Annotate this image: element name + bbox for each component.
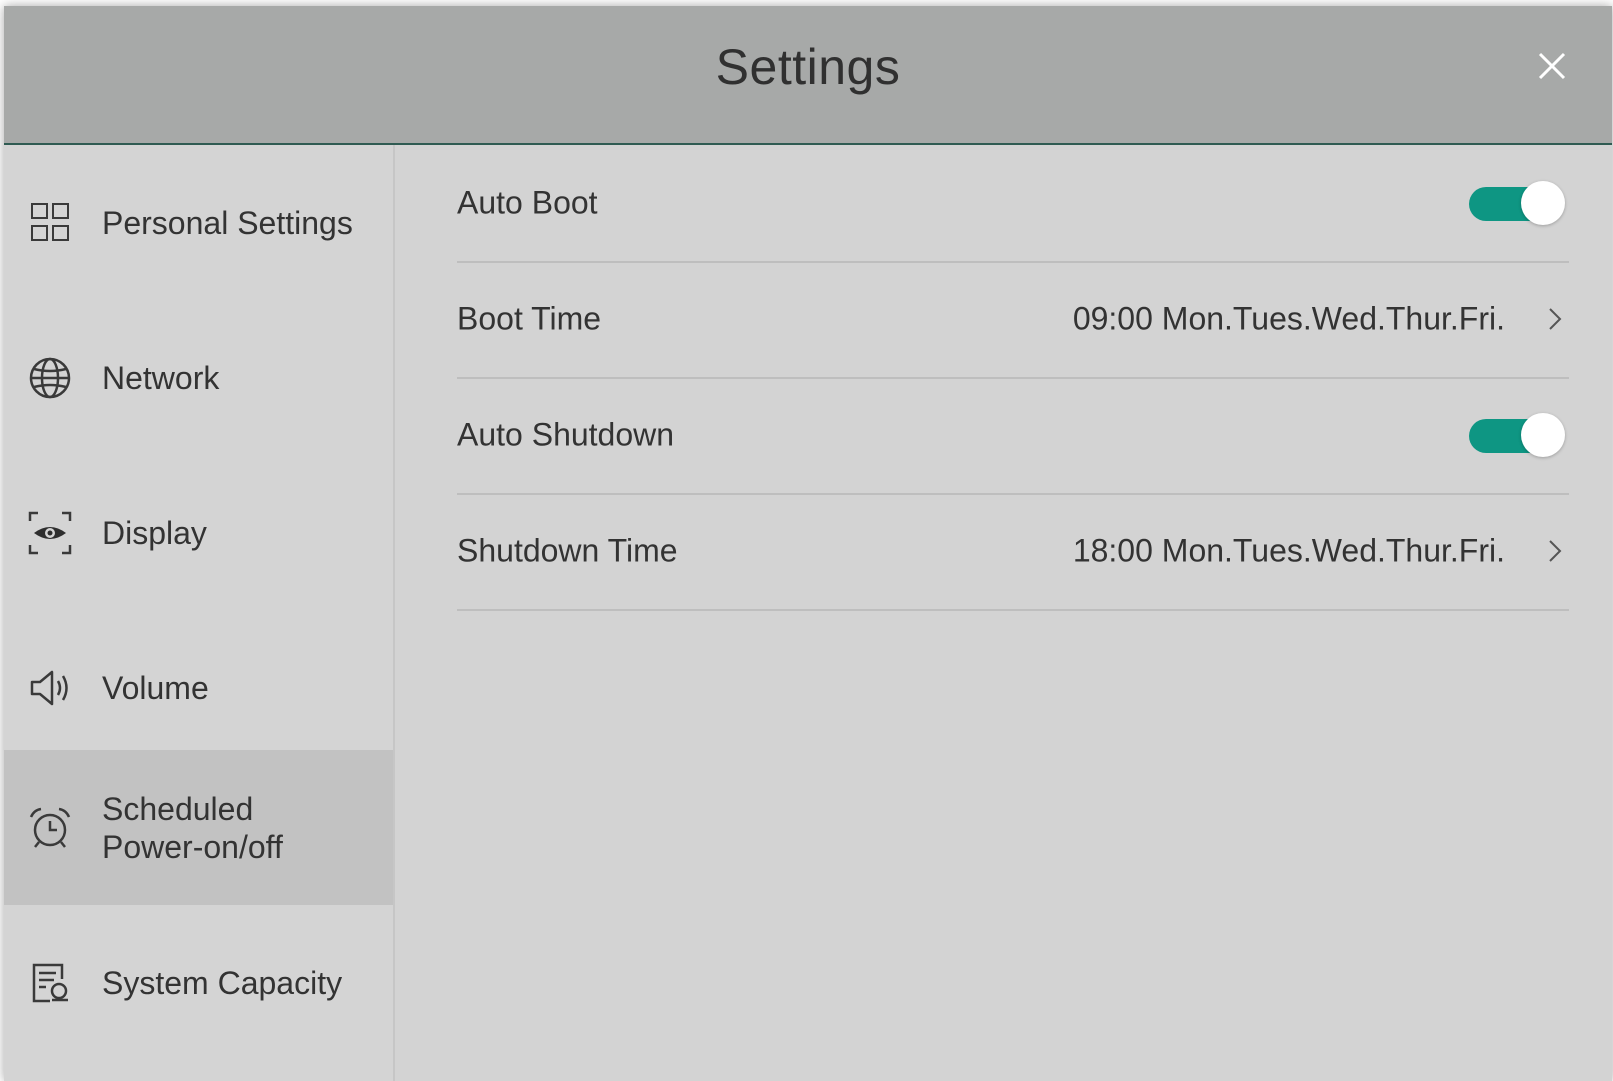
sidebar-item-label: Personal Settings [102,204,353,241]
auto-shutdown-row: Auto Shutdown [457,377,1569,495]
auto-boot-toggle[interactable] [1469,181,1565,225]
close-button[interactable] [1532,46,1572,86]
sidebar-item-label: Network [102,359,220,396]
sidebar-item-volume[interactable]: Volume [4,610,393,765]
close-icon [1538,52,1566,80]
shutdown-time-row[interactable]: Shutdown Time 18:00 Mon.Tues.Wed.Thur.Fr… [457,493,1569,611]
auto-boot-row: Auto Boot [457,145,1569,263]
toggle-knob [1521,413,1565,457]
storage-icon [32,963,68,1002]
sidebar-item-label: System Capacity [102,964,343,1001]
globe-icon [29,357,71,398]
toggle-knob [1521,181,1565,225]
auto-shutdown-label: Auto Shutdown [457,416,675,453]
sidebar-item-system-capacity[interactable]: System Capacity [4,905,393,1060]
sidebar-item-label: Scheduled Power-on/off [102,790,283,865]
grid-icon [31,202,69,241]
chevron-right-icon [1549,308,1562,330]
settings-window: Settings Personal Settings Network Displ… [4,6,1612,1081]
sidebar-item-network[interactable]: Network [4,300,393,455]
window-title: Settings [715,39,901,95]
speaker-icon [30,670,68,705]
settings-sidebar: Personal Settings Network Display Volume… [4,145,395,1081]
sidebar-item-label: Volume [102,669,209,706]
shutdown-time-label: Shutdown Time [457,532,678,569]
sidebar-item-display[interactable]: Display [4,455,393,610]
boot-time-label: Boot Time [457,300,602,337]
settings-content: Auto Boot Boot Time 09:00 Mon.Tues.Wed.T… [395,145,1612,1081]
auto-boot-label: Auto Boot [457,184,598,221]
eye-icon [28,511,72,554]
shutdown-time-value: 18:00 Mon.Tues.Wed.Thur.Fri. [1072,532,1505,569]
sidebar-item-scheduled-power[interactable]: Scheduled Power-on/off [4,750,393,905]
sidebar-item-label: Display [102,514,207,551]
alarm-clock-icon [29,807,71,848]
title-bar: Settings [4,6,1612,145]
boot-time-value: 09:00 Mon.Tues.Wed.Thur.Fri. [1072,300,1505,337]
auto-shutdown-toggle[interactable] [1469,413,1565,457]
sidebar-item-personal-settings[interactable]: Personal Settings [4,145,393,300]
chevron-right-icon [1549,540,1562,562]
boot-time-row[interactable]: Boot Time 09:00 Mon.Tues.Wed.Thur.Fri. [457,261,1569,379]
